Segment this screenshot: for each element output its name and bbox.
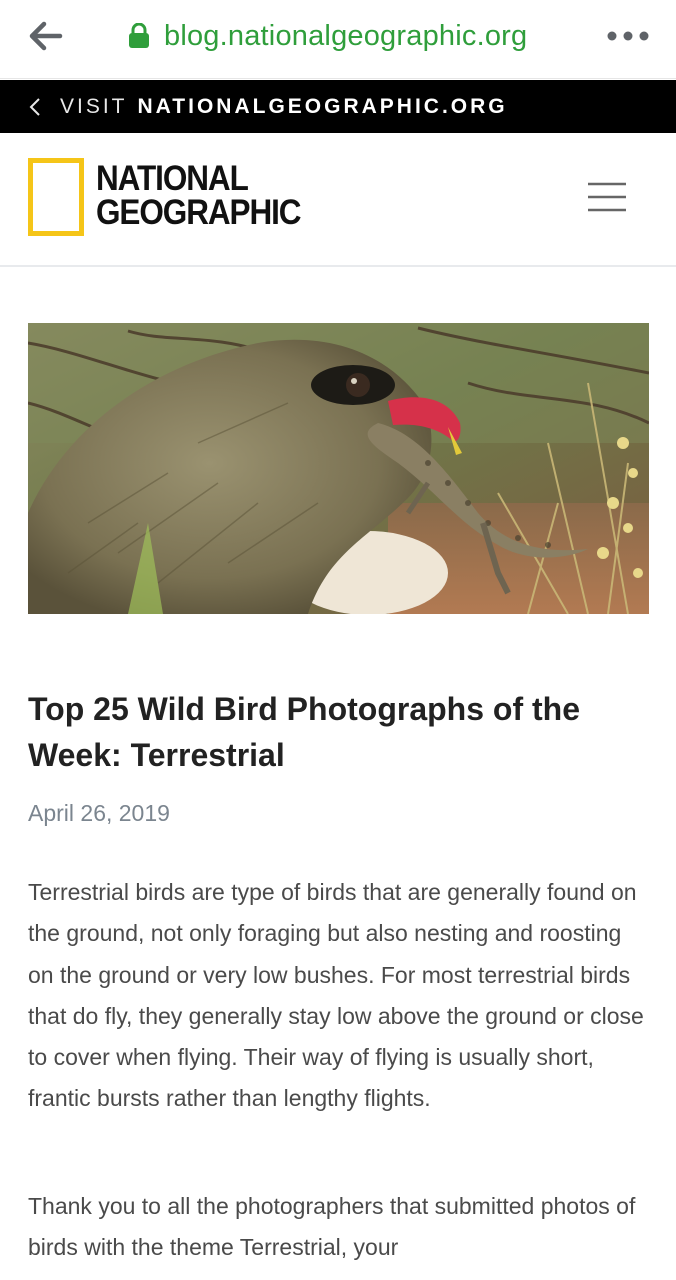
lock-icon: [129, 23, 149, 48]
visit-label: VISIT: [60, 94, 128, 118]
back-arrow-icon[interactable]: [26, 20, 66, 52]
site-header: NATIONAL GEOGRAPHIC: [0, 133, 676, 267]
visit-site-name: NATIONALGEOGRAPHIC.ORG: [137, 94, 508, 118]
visit-natgeo-link[interactable]: VISIT NATIONALGEOGRAPHIC.ORG: [0, 80, 676, 133]
address-bar[interactable]: blog.nationalgeographic.org: [128, 16, 527, 56]
logo-line-1: NATIONAL: [96, 159, 249, 198]
hamburger-menu-icon[interactable]: [586, 181, 628, 213]
logo-wordmark: NATIONAL GEOGRAPHIC: [96, 159, 323, 232]
url-text: blog.nationalgeographic.org: [164, 19, 528, 52]
article-date: April 26, 2019: [28, 800, 170, 826]
article-title: Top 25 Wild Bird Photographs of the Week…: [28, 691, 580, 773]
chevron-left-icon: [29, 97, 40, 116]
article-paragraph-1: Terrestrial birds are type of birds that…: [28, 879, 644, 1112]
more-options-icon[interactable]: [604, 24, 652, 48]
natgeo-logo[interactable]: NATIONAL GEOGRAPHIC: [28, 158, 323, 236]
browser-toolbar: blog.nationalgeographic.org: [0, 0, 676, 79]
hero-image-bird-with-lizard: [28, 323, 649, 614]
yellow-border-logo-icon: [28, 158, 84, 236]
article-paragraph-2: Thank you to all the photographers that …: [28, 1193, 636, 1261]
logo-line-2: GEOGRAPHIC: [96, 193, 302, 232]
